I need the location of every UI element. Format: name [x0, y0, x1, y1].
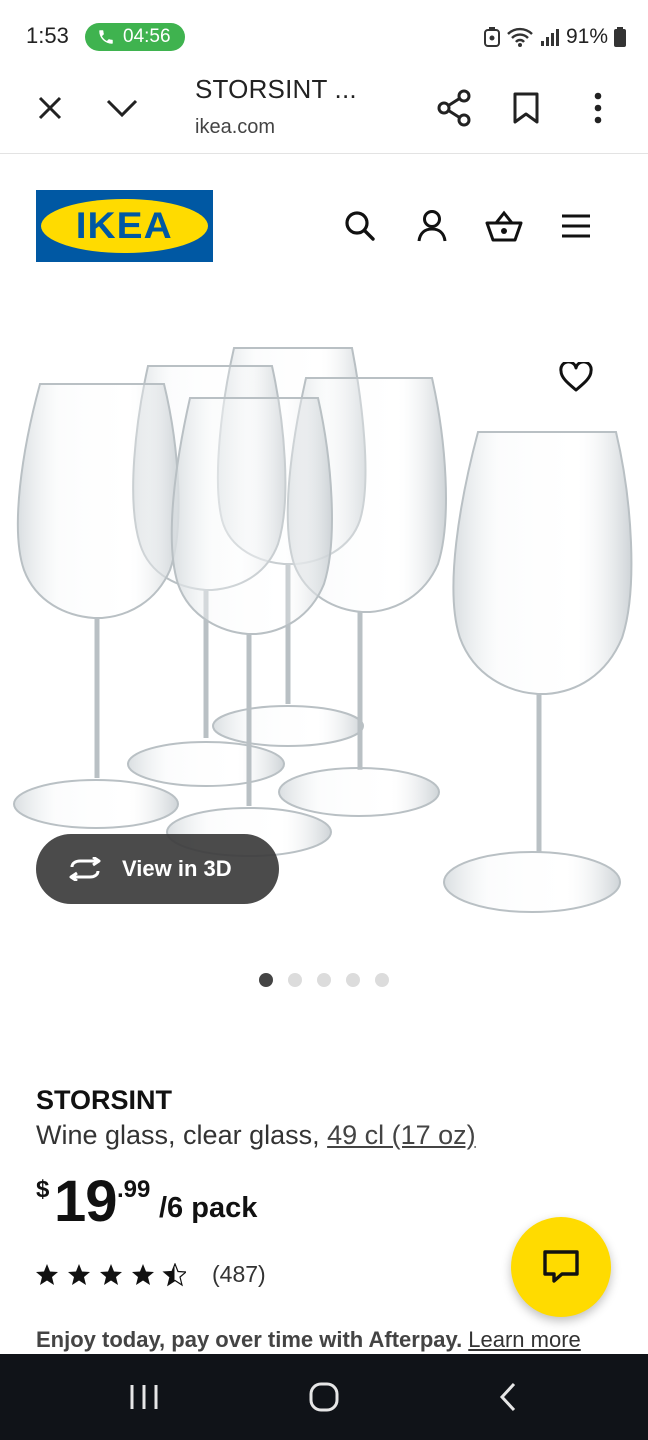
page-domain: ikea.com: [195, 116, 276, 138]
pagination-dot[interactable]: [259, 973, 273, 987]
heart-icon: [559, 362, 593, 392]
bookmark-icon: [513, 92, 539, 124]
chat-button[interactable]: [511, 1217, 611, 1317]
minimize-button[interactable]: [100, 86, 144, 130]
back-icon: [499, 1382, 516, 1412]
wine-glass: [443, 431, 633, 913]
price-decimal: .99: [117, 1176, 151, 1203]
product-size-link[interactable]: 49 cl (17 oz): [327, 1120, 476, 1150]
system-navigation-bar: [0, 1354, 648, 1440]
search-button[interactable]: [338, 204, 382, 248]
afterpay-banner: Enjoy today, pay over time with Afterpay…: [36, 1327, 581, 1353]
product-name: STORSINT: [36, 1085, 173, 1115]
logo-oval: IKEA: [41, 199, 208, 253]
cart-icon: [485, 210, 523, 242]
price-integer: 19: [54, 1169, 118, 1234]
rotate-3d-icon: [69, 857, 101, 881]
view-in-3d-label: View in 3D: [122, 856, 232, 881]
product-description: Wine glass, clear glass, 49 cl (17 oz): [36, 1120, 476, 1151]
close-tab-button[interactable]: [28, 86, 72, 130]
back-button[interactable]: [480, 1374, 536, 1420]
status-time: 1:53: [26, 23, 69, 48]
battery-percent: 91%: [565, 25, 608, 48]
pagination-dot[interactable]: [317, 973, 331, 987]
share-button[interactable]: [432, 86, 476, 130]
menu-icon: [562, 214, 590, 238]
status-bar: 1:53 04:56 91%: [0, 0, 648, 72]
product-description-text: Wine glass, clear glass,: [36, 1120, 328, 1150]
pagination-dot[interactable]: [346, 973, 360, 987]
account-icon: [417, 210, 447, 242]
product-rating[interactable]: (487): [36, 1261, 266, 1288]
share-icon: [437, 89, 471, 127]
bookmark-button[interactable]: [504, 86, 548, 130]
home-button[interactable]: [296, 1374, 352, 1420]
gallery-pagination: [259, 973, 389, 987]
phone-icon: [99, 30, 113, 44]
close-icon: [38, 96, 62, 120]
afterpay-text: Enjoy today, pay over time with Afterpay…: [36, 1327, 463, 1352]
price-unit: /6 pack: [159, 1192, 258, 1224]
cart-button[interactable]: [482, 204, 526, 248]
data-saver-icon: [483, 27, 500, 47]
home-icon: [309, 1382, 339, 1412]
signal-icon: [540, 29, 559, 46]
chevron-down-icon: [106, 99, 138, 118]
recent-apps-icon: [130, 1385, 158, 1409]
more-vert-icon: [594, 92, 602, 124]
logo-registered-mark: ®: [198, 210, 204, 217]
wifi-icon: [507, 27, 533, 47]
pagination-dot[interactable]: [375, 973, 389, 987]
logo-text: IKEA: [75, 205, 174, 246]
account-button[interactable]: [410, 204, 454, 248]
status-right: 91%: [483, 23, 626, 51]
ikea-logo[interactable]: IKEA ®: [36, 190, 213, 262]
star-rating-icon: [36, 1262, 186, 1286]
review-count: (487): [212, 1261, 266, 1287]
recent-apps-button[interactable]: [116, 1374, 172, 1420]
view-in-3d-button[interactable]: View in 3D: [36, 834, 279, 904]
chat-icon: [543, 1250, 579, 1283]
search-icon: [345, 211, 375, 241]
pagination-dot[interactable]: [288, 973, 302, 987]
favorite-button[interactable]: [553, 354, 599, 400]
price-currency: $: [36, 1176, 50, 1203]
more-options-button[interactable]: [576, 86, 620, 130]
browser-toolbar: STORSINT ... ikea.com: [0, 72, 648, 154]
page-title: STORSINT ...: [195, 74, 357, 104]
afterpay-learn-more-link[interactable]: Learn more: [468, 1327, 581, 1352]
ongoing-call-pill[interactable]: 04:56: [85, 23, 185, 51]
battery-icon: [614, 27, 626, 47]
menu-button[interactable]: [554, 204, 598, 248]
call-duration: 04:56: [123, 26, 171, 47]
